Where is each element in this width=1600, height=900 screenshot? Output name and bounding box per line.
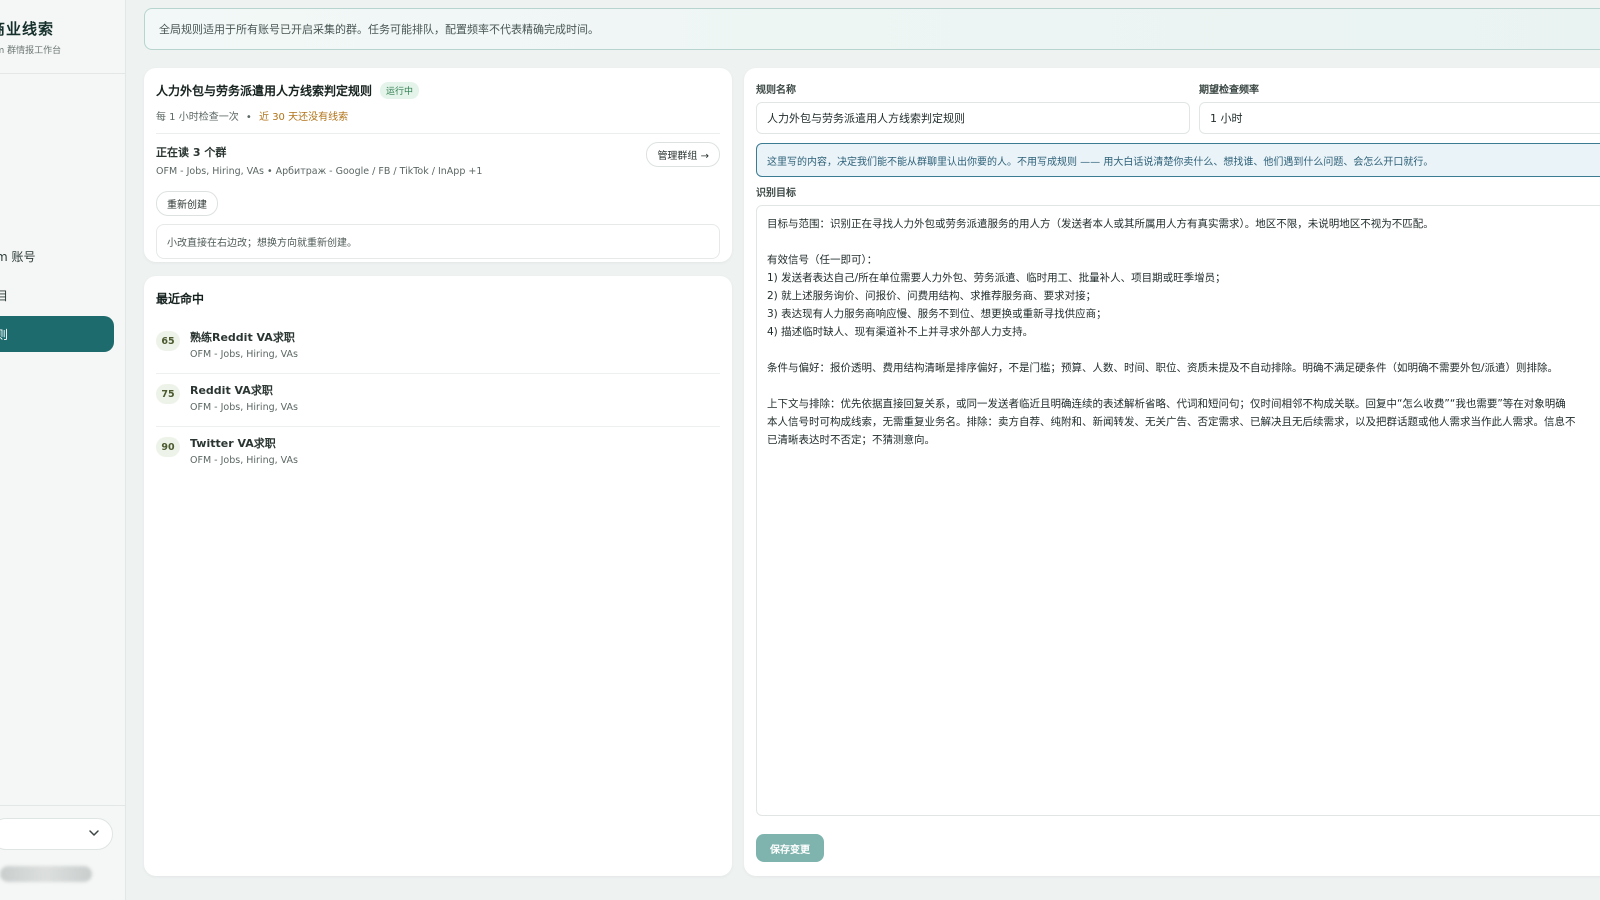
rule-name-label: 规则名称 [756, 85, 796, 96]
hit-group: OFM - Jobs, Hiring, VAs [190, 349, 298, 360]
hit-name: Reddit VA求职 [190, 384, 273, 397]
reading-groups-section: 正在读 3 个群 OFM - Jobs, Hiring, VAs • Арбит… [156, 142, 720, 177]
sidebar-item-label: 则 [0, 327, 9, 342]
hit-name: Twitter VA求职 [190, 437, 276, 450]
info-banner: 这里写的内容，决定我们能不能从群聊里认出你要的人。不用写成规则 —— 用大白话说… [756, 143, 1600, 177]
hint-box: 小改直接在右边改；想换方向就重新创建。 [156, 224, 720, 259]
rule-summary-card: 人力外包与劳务派遣用人方线索判定规则 运行中 每 1 小时检查一次 • 近 30… [144, 68, 732, 262]
sidebar-item-label: 目 [0, 288, 9, 303]
global-rule-notice-text: 全局规则适用于所有账号已开启采集的群。任务可能排队，配置频率不代表精确完成时间。 [159, 23, 599, 36]
list-item[interactable]: 90 Twitter VA求职 OFM - Jobs, Hiring, VAs [156, 427, 720, 480]
frequency-select[interactable]: 1 小时 [1199, 102, 1600, 134]
list-item[interactable]: 75 Reddit VA求职 OFM - Jobs, Hiring, VAs [156, 374, 720, 427]
score-badge: 65 [156, 331, 180, 351]
recreate-button[interactable]: 重新创建 [156, 191, 218, 216]
rule-name-input[interactable]: 人力外包与劳务派遣用人方线索判定规则 [756, 102, 1190, 134]
score-badge: 75 [156, 384, 180, 404]
status-badge: 运行中 [380, 82, 420, 99]
sidebar-item-label: m 账号 [0, 249, 36, 264]
recent-hits-card: 最近命中 65 熟练Reddit VA求职 OFM - Jobs, Hiring… [144, 276, 732, 876]
rule-warning: 近 30 天还没有线索 [259, 112, 349, 123]
divider [0, 73, 126, 74]
recent-hits-title: 最近命中 [156, 292, 205, 306]
account-select[interactable] [0, 818, 113, 850]
info-banner-text: 这里写的内容，决定我们能不能从群聊里认出你要的人。不用写成规则 —— 用大白话说… [767, 156, 1434, 168]
reading-groups-list: OFM - Jobs, Hiring, VAs • Арбитраж - Goo… [156, 166, 483, 177]
sidebar-item-rules[interactable]: 则 [0, 316, 114, 352]
frequency-label: 期望检查频率 [1199, 85, 1259, 96]
sidebar-item-groups[interactable]: 目 [0, 277, 114, 313]
hits-list: 65 熟练Reddit VA求职 OFM - Jobs, Hiring, VAs… [156, 321, 720, 480]
global-rule-notice: 全局规则适用于所有账号已开启采集的群。任务可能排队，配置频率不代表精确完成时间。 [144, 8, 1600, 50]
sidebar-item-accounts[interactable]: m 账号 [0, 238, 114, 274]
list-item[interactable]: 65 熟练Reddit VA求职 OFM - Jobs, Hiring, VAs [156, 321, 720, 374]
brand-subtitle: am 群情报工作台 [0, 46, 62, 56]
target-textarea[interactable]: 目标与范围：识别正在寻找人力外包或劳务派遣服务的用人方（发送者本人或其所属用人方… [756, 205, 1600, 816]
user-profile-blurred[interactable] [0, 866, 92, 882]
divider [156, 133, 720, 134]
rule-edit-form: 规则名称 人力外包与劳务派遣用人方线索判定规则 期望检查频率 1 小时 这里写的… [744, 68, 1600, 876]
divider [0, 805, 126, 806]
sidebar: 商业线索 am 群情报工作台 m 账号 目 则 [0, 0, 126, 900]
meta-separator: • [245, 112, 252, 123]
brand-title: 商业线索 [0, 20, 55, 38]
brand: 商业线索 am 群情报工作台 [0, 18, 61, 56]
hit-group: OFM - Jobs, Hiring, VAs [190, 455, 298, 466]
chevron-down-icon [89, 830, 99, 836]
save-button[interactable]: 保存变更 [756, 834, 824, 862]
rule-frequency: 每 1 小时检查一次 [156, 112, 239, 123]
target-label: 识别目标 [756, 188, 796, 199]
score-badge: 90 [156, 437, 180, 457]
rule-meta: 每 1 小时检查一次 • 近 30 天还没有线索 [156, 108, 720, 123]
hit-group: OFM - Jobs, Hiring, VAs [190, 402, 298, 413]
reading-groups-title: 正在读 3 个群 [156, 146, 227, 159]
manage-groups-button[interactable]: 管理群组 → [646, 142, 720, 167]
rule-title: 人力外包与劳务派遣用人方线索判定规则 [156, 84, 373, 98]
hit-name: 熟练Reddit VA求职 [190, 331, 295, 344]
